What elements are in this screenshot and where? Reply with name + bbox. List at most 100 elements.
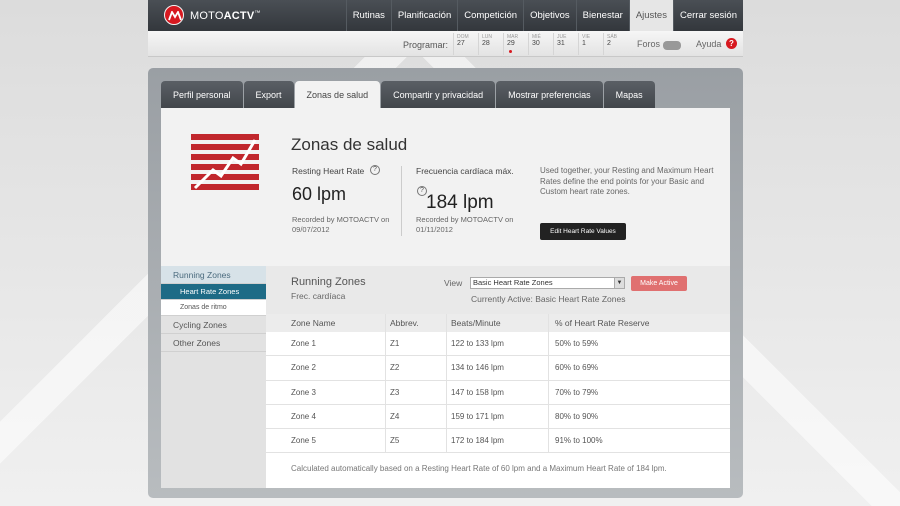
- table-cell: Z4: [385, 404, 446, 429]
- resting-hr-label: Resting Heart Rate: [292, 166, 365, 176]
- tab-2[interactable]: Zonas de salud: [294, 81, 381, 108]
- view-select[interactable]: Basic Heart Rate Zones ▼: [470, 277, 625, 289]
- table-cell: Zone 1: [291, 339, 316, 349]
- program-label: Programar:: [403, 40, 449, 50]
- week-days: DOM 27 LUN 28 MAR 29 MIÉ 30 JUE 31 VIE 1 SÁB 2: [453, 33, 628, 55]
- zones-subtitle: Frec. cardíaca: [291, 291, 346, 301]
- heart-rate-chart-icon: [191, 134, 259, 190]
- table-cell: 122 to 133 lpm: [446, 332, 548, 356]
- zones-header: Running Zones Frec. cardíaca View Basic …: [266, 266, 730, 314]
- nav-item-1[interactable]: Planificación: [390, 0, 457, 31]
- motorola-logo-icon[interactable]: [164, 5, 184, 25]
- help-icon[interactable]: ?: [726, 38, 737, 49]
- health-zones-panel: Zonas de salud Resting Heart Rate ? 60 l…: [161, 108, 730, 488]
- day-date: 2: [607, 40, 611, 47]
- main-nav: Rutinas Planificación Competición Objetivos…: [345, 0, 743, 31]
- page-title: Zonas de salud: [291, 135, 408, 154]
- chevron-down-icon[interactable]: ▼: [614, 278, 624, 288]
- active-note: Currently Active: Basic Heart Rate Zones: [471, 294, 626, 304]
- table-cell: 50% to 59%: [548, 332, 730, 356]
- settings-tabs: Perfil personal Export Zonas de salud Compa…: [161, 81, 656, 108]
- table-cell: 159 to 171 lpm: [446, 404, 548, 429]
- help-link[interactable]: Ayuda: [696, 39, 721, 49]
- column-header: % of Heart Rate Reserve: [548, 314, 730, 332]
- sidebar-item-2[interactable]: Zonas de ritmo: [161, 300, 266, 316]
- top-navbar: MOTOACTV™ Rutinas Planificación Competició…: [148, 0, 743, 31]
- view-select-value: Basic Heart Rate Zones: [473, 278, 553, 287]
- nav-item-0[interactable]: Rutinas: [345, 0, 391, 31]
- zones-title: Running Zones: [291, 276, 366, 288]
- tab-5[interactable]: Mapas: [603, 81, 655, 108]
- day-cell[interactable]: VIE 1: [578, 33, 603, 55]
- table-cell: 80% to 90%: [548, 404, 730, 429]
- tab-3[interactable]: Compartir y privacidad: [381, 81, 496, 108]
- schedule-bar: Programar: DOM 27 LUN 28 MAR 29 MIÉ 30 JUE 31 VIE 1…: [148, 31, 743, 57]
- brand-name: MOTOACTV™: [190, 10, 261, 22]
- heart-rate-header: Zonas de salud Resting Heart Rate ? 60 l…: [161, 108, 730, 266]
- tab-1[interactable]: Export: [243, 81, 294, 108]
- sidebar-item-4[interactable]: Other Zones: [161, 334, 266, 352]
- day-date: 28: [482, 40, 490, 47]
- sidebar-item-3[interactable]: Cycling Zones: [161, 316, 266, 334]
- max-hr-label: Frecuencia cardíaca máx.: [416, 166, 514, 176]
- table-cell: 134 to 146 lpm: [446, 356, 548, 380]
- zones-footnote: Calculated automatically based on a Rest…: [291, 464, 667, 473]
- table-row: Zone 4 Z4 159 to 171 lpm 80% to 90%: [266, 404, 730, 430]
- table-cell: 60% to 69%: [548, 356, 730, 380]
- table-cell: 70% to 79%: [548, 380, 730, 404]
- forums-link[interactable]: Foros: [637, 39, 660, 49]
- nav-item-5[interactable]: Ajustes: [628, 0, 673, 31]
- table-cell: Zone 4: [291, 412, 316, 422]
- max-hr-value: 184 lpm: [426, 192, 494, 213]
- day-cell[interactable]: JUE 31: [553, 33, 578, 55]
- chat-bubble-icon[interactable]: [663, 41, 681, 50]
- table-row: Zone 2 Z2 134 to 146 lpm 60% to 69%: [266, 356, 730, 381]
- table-header: Zone Name Abbrev. Beats/Minute% of Heart R…: [266, 314, 730, 332]
- day-cell[interactable]: SÁB 2: [603, 33, 628, 55]
- day-date: 1: [582, 40, 586, 47]
- hr-description: Used together, your Resting and Maximum …: [540, 166, 714, 196]
- column-header: Abbrev.: [385, 314, 446, 332]
- question-icon[interactable]: ?: [370, 165, 380, 175]
- tab-0[interactable]: Perfil personal: [161, 81, 243, 108]
- day-cell[interactable]: DOM 27: [453, 33, 478, 55]
- day-cell[interactable]: LUN 28: [478, 33, 503, 55]
- table-row: Zone 3 Z3 147 to 158 lpm 70% to 79%: [266, 380, 730, 405]
- table-cell: Zone 5: [291, 436, 316, 446]
- table-row: Zone 5 Z5 172 to 184 lpm 91% to 100%: [266, 429, 730, 454]
- day-cell[interactable]: MAR 29: [503, 33, 528, 55]
- table-cell: Z5: [385, 429, 446, 453]
- day-date: 29: [507, 40, 515, 47]
- day-cell[interactable]: MIÉ 30: [528, 33, 553, 55]
- table-cell: Zone 2: [291, 363, 316, 373]
- table-cell: Z1: [385, 332, 446, 356]
- max-hr-recorded: Recorded by MOTOACTV on 01/11/2012: [416, 215, 514, 234]
- tab-4[interactable]: Mostrar preferencias: [496, 81, 603, 108]
- zones-sidebar: Running Zones Heart Rate Zones Zonas de ri…: [161, 266, 266, 488]
- column-header: Zone Name: [291, 318, 336, 328]
- nav-item-4[interactable]: Bienestar: [575, 0, 629, 31]
- table-cell: Z2: [385, 356, 446, 380]
- resting-hr-recorded: Recorded by MOTOACTV on 09/07/2012: [292, 215, 390, 234]
- table-cell: Z3: [385, 380, 446, 404]
- column-header: Beats/Minute: [446, 314, 548, 332]
- view-label: View: [444, 278, 463, 288]
- sidebar-item-0[interactable]: Running Zones: [161, 266, 266, 284]
- today-marker-icon: [509, 50, 512, 53]
- table-cell: 147 to 158 lpm: [446, 380, 548, 404]
- nav-item-3[interactable]: Objetivos: [523, 0, 576, 31]
- nav-item-6[interactable]: Cerrar sesión: [672, 0, 743, 31]
- divider: [401, 166, 402, 236]
- nav-item-2[interactable]: Competición: [457, 0, 523, 31]
- day-date: 27: [457, 40, 465, 47]
- day-date: 31: [557, 40, 565, 47]
- resting-hr-value: 60 lpm: [292, 184, 347, 204]
- make-active-button[interactable]: Make Active: [631, 276, 687, 291]
- table-cell: 91% to 100%: [548, 429, 730, 453]
- table-row: Zone 1 Z1 122 to 133 lpm 50% to 59%: [266, 332, 730, 357]
- table-cell: 172 to 184 lpm: [446, 429, 548, 453]
- edit-heart-rate-button[interactable]: Edit Heart Rate Values: [540, 223, 626, 240]
- day-date: 30: [532, 40, 540, 47]
- sidebar-item-1[interactable]: Heart Rate Zones: [161, 284, 266, 300]
- zones-table: Zone Name Abbrev. Beats/Minute% of Heart R…: [266, 314, 730, 454]
